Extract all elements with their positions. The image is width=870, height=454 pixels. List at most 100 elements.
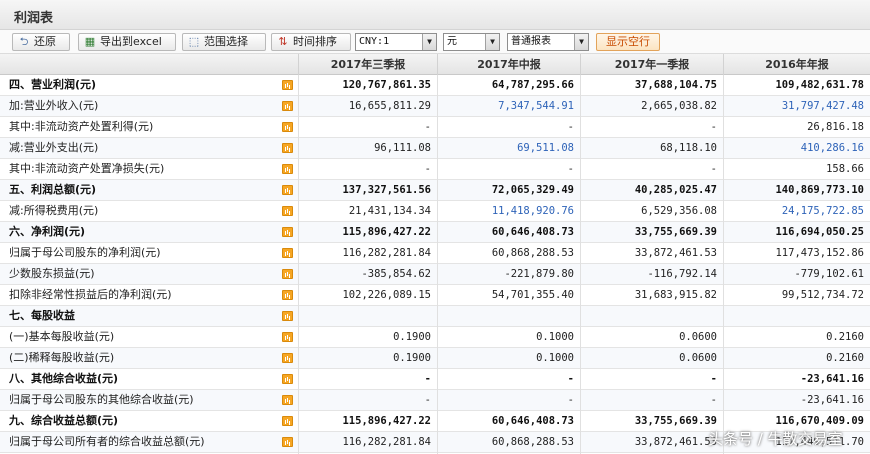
cell-value: -221,879.80 <box>504 268 574 280</box>
cell-value[interactable]: - <box>437 369 580 389</box>
bar-chart-icon[interactable] <box>282 80 293 90</box>
show-empty-rows-button[interactable]: 显示空行 <box>596 33 660 51</box>
cell-value[interactable]: 11,418,920.76 <box>437 201 580 221</box>
row-label: 九、综合收益总额(元) <box>9 414 119 427</box>
cell-value: 0.0600 <box>679 352 717 364</box>
undo-icon: ⮌ <box>19 35 29 48</box>
table-row: 少数股东损益(元) -385,854.62 -221,879.80 -116,792.… <box>0 264 870 285</box>
row-label: 六、净利润(元) <box>9 225 86 238</box>
time-sort-button[interactable]: ⇅ 时间排序 <box>271 33 351 51</box>
table-row: 减:所得税费用(元) 21,431,134.34 11,418,920.76 6,52… <box>0 201 870 222</box>
row-label: 五、利润总额(元) <box>9 183 97 196</box>
row-label: 减:所得税费用(元) <box>9 204 99 217</box>
cell-value[interactable]: 7,347,544.91 <box>437 96 580 116</box>
bar-chart-icon[interactable] <box>282 395 293 405</box>
cell-value: 0.2160 <box>826 352 864 364</box>
cell-value[interactable]: 69,511.08 <box>437 138 580 158</box>
cell-value: - <box>710 121 717 133</box>
cell-value[interactable]: 31,797,427.48 <box>723 96 870 116</box>
cell-value: - <box>567 121 574 133</box>
cell-value: 31,683,915.82 <box>634 289 717 301</box>
table-header: 2017年三季报 2017年中报 2017年一季报 2016年年报 <box>0 54 870 75</box>
table-row: 八、其他综合收益(元) - - - -23,641.16 <box>0 369 870 390</box>
cell-value: 33,872,461.53 <box>634 436 717 448</box>
window-titlebar: 利润表 <box>0 0 870 30</box>
unit-select[interactable]: 元 ▼ <box>443 33 500 51</box>
header-col-0[interactable]: 2017年三季报 <box>298 54 437 75</box>
row-label: 加:营业外收入(元) <box>9 99 99 112</box>
table-row: 其中:非流动资产处置净损失(元) - - - 158.66 <box>0 159 870 180</box>
bar-chart-icon[interactable] <box>282 206 293 216</box>
cell-value: 158.66 <box>826 163 864 175</box>
bar-chart-icon[interactable] <box>282 164 293 174</box>
cell-value <box>723 306 870 326</box>
header-col-2[interactable]: 2017年一季报 <box>580 54 723 75</box>
cell-value: - <box>710 373 717 385</box>
range-select-button[interactable]: ⬚ 范围选择 <box>182 33 266 51</box>
header-col-1[interactable]: 2017年中报 <box>437 54 580 75</box>
bar-chart-icon[interactable] <box>282 248 293 258</box>
cell-value: - <box>424 121 431 133</box>
table-row: 五、利润总额(元) 137,327,561.56 72,065,329.49 40,2… <box>0 180 870 201</box>
column-divider <box>437 75 438 454</box>
excel-icon: ▦ <box>84 35 96 48</box>
cell-value: 37,688,104.75 <box>634 79 717 91</box>
row-label: 七、每股收益 <box>9 309 75 322</box>
bar-chart-icon[interactable] <box>282 227 293 237</box>
cell-value: 21,431,134.34 <box>348 205 431 217</box>
bar-chart-icon[interactable] <box>282 122 293 132</box>
cell-value: 0.2160 <box>826 331 864 343</box>
cell-value: 60,868,288.53 <box>491 436 574 448</box>
cell-value[interactable]: -23,641.16 <box>723 369 870 389</box>
cell-value: 26,816.18 <box>807 121 864 133</box>
chevron-down-icon[interactable]: ▼ <box>422 34 436 50</box>
bar-chart-icon[interactable] <box>282 374 293 384</box>
table-row: 六、净利润(元) 115,896,427.22 60,646,408.73 33,75… <box>0 222 870 243</box>
cell-value[interactable]: 24,175,722.85 <box>723 201 870 221</box>
cell-value: 72,065,329.49 <box>491 184 574 196</box>
cell-value: 140,869,773.10 <box>775 184 864 196</box>
bar-chart-icon[interactable] <box>282 416 293 426</box>
bar-chart-icon[interactable] <box>282 143 293 153</box>
restore-button[interactable]: ⮌ 还原 <box>12 33 70 51</box>
bar-chart-icon[interactable] <box>282 311 293 321</box>
table-row: (二)稀释每股收益(元) 0.1900 0.1000 0.0600 0.2160 <box>0 348 870 369</box>
header-label-column <box>0 54 298 75</box>
row-label: 归属于母公司股东的其他综合收益(元) <box>9 393 194 406</box>
chevron-down-icon[interactable]: ▼ <box>485 34 499 50</box>
cell-value: -779,102.61 <box>794 268 864 280</box>
column-divider <box>298 75 299 454</box>
row-label: 八、其他综合收益(元) <box>9 372 119 385</box>
cell-value: 64,787,295.66 <box>491 79 574 91</box>
bar-chart-icon[interactable] <box>282 332 293 342</box>
cell-value <box>437 306 580 326</box>
cell-value: 2,665,038.82 <box>641 100 717 112</box>
row-label: 四、营业利润(元) <box>9 78 97 91</box>
bar-chart-icon[interactable] <box>282 437 293 447</box>
bar-chart-icon[interactable] <box>282 290 293 300</box>
bar-chart-icon[interactable] <box>282 101 293 111</box>
table-row: 加:营业外收入(元) 16,655,811.29 7,347,544.91 2,665… <box>0 96 870 117</box>
table-row: 七、每股收益 <box>0 306 870 327</box>
chevron-down-icon[interactable]: ▼ <box>574 34 588 50</box>
table-row: 其中:非流动资产处置利得(元) - - - 26,816.18 <box>0 117 870 138</box>
bar-chart-icon[interactable] <box>282 269 293 279</box>
row-label: 归属于母公司所有者的综合收益总额(元) <box>9 435 205 448</box>
cell-value: 117,473,152.86 <box>775 247 864 259</box>
sort-arrows-icon: ⇅ <box>278 35 288 48</box>
bar-chart-icon[interactable] <box>282 353 293 363</box>
cell-value: 115,896,427.22 <box>342 415 431 427</box>
cell-value: -385,854.62 <box>361 268 431 280</box>
income-statement-table: 2017年三季报 2017年中报 2017年一季报 2016年年报 四、营业利润… <box>0 54 870 454</box>
row-label: 归属于母公司股东的净利润(元) <box>9 246 161 259</box>
cell-value: 137,327,561.56 <box>342 184 431 196</box>
cell-value: 0.1000 <box>536 352 574 364</box>
bar-chart-icon[interactable] <box>282 185 293 195</box>
export-excel-button[interactable]: ▦ 导出到excel <box>78 33 176 51</box>
cell-value: - <box>710 394 717 406</box>
cell-value[interactable]: 410,286.16 <box>723 138 870 158</box>
currency-select[interactable]: CNY:1 ▼ <box>355 33 437 51</box>
cell-value: 116,694,050.25 <box>775 226 864 238</box>
header-col-3[interactable]: 2016年年报 <box>723 54 870 75</box>
report-type-select[interactable]: 普通报表 ▼ <box>507 33 589 51</box>
